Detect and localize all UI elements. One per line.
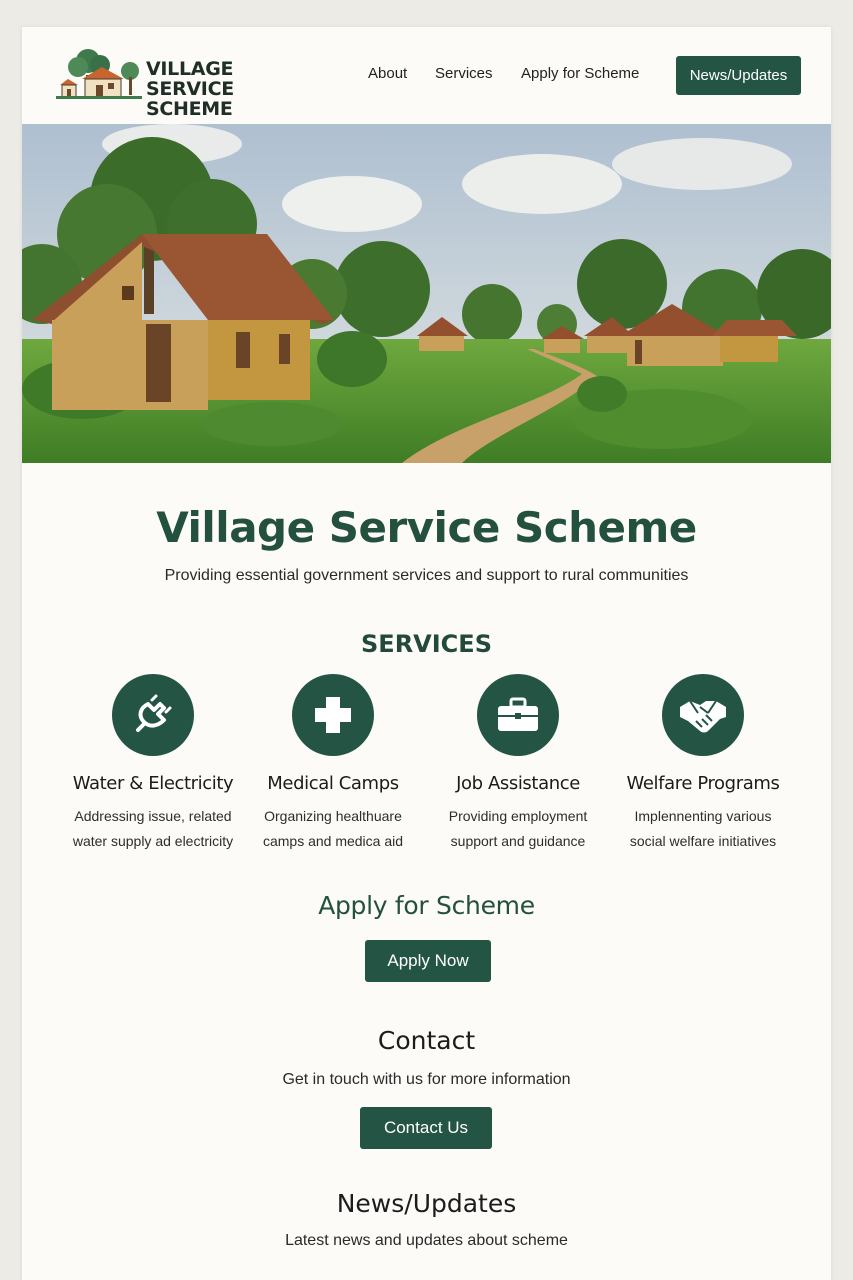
service-card-water-electricity[interactable]: Water & Electricity Addressing issue, re… xyxy=(63,674,243,854)
service-description: Providing employment support and guidanc… xyxy=(428,804,608,854)
service-description: Organizing healthuare camps and medica a… xyxy=(243,804,423,854)
page-container: VILLAGE SERVICE SCHEME About Services Ap… xyxy=(22,27,831,1280)
service-name: Welfare Programs xyxy=(626,773,780,794)
nav-apply-link[interactable]: Apply for Scheme xyxy=(521,65,639,82)
plug-icon xyxy=(112,674,194,756)
briefcase-icon xyxy=(477,674,559,756)
contact-us-button[interactable]: Contact Us xyxy=(360,1107,492,1149)
apply-heading: Apply for Scheme xyxy=(318,891,535,920)
medical-cross-icon xyxy=(292,674,374,756)
service-name: Job Assistance xyxy=(456,773,580,794)
service-description-line: social welfare initiatives xyxy=(629,833,777,849)
nav-news-button[interactable]: News/Updates xyxy=(676,56,801,95)
service-name: Water & Electricity xyxy=(72,773,234,794)
contact-text: Get in touch with us for more informatio… xyxy=(282,1071,571,1088)
site-header: VILLAGE SERVICE SCHEME About Services Ap… xyxy=(22,27,831,124)
service-description-line: Addressing issue, related xyxy=(74,808,232,824)
logo-line-2: SERVICE SCHEME xyxy=(146,78,234,120)
nav-services-link[interactable]: Services xyxy=(435,65,493,82)
news-text: Latest news and updates about scheme xyxy=(285,1232,568,1249)
services-heading: SERVICES xyxy=(361,630,492,658)
service-description: Implennenting various social welfare ini… xyxy=(613,804,793,854)
service-description-line: Implennenting various xyxy=(634,808,772,824)
hero-village-image xyxy=(22,124,831,463)
service-name: Medical Camps xyxy=(267,773,399,794)
village-logo-icon xyxy=(56,49,142,99)
service-description: Addressing issue, related water supply a… xyxy=(63,804,243,854)
page-title: Village Service Scheme xyxy=(156,503,697,552)
apply-now-button[interactable]: Apply Now xyxy=(365,940,491,982)
service-description-line: Organizing healthuare xyxy=(264,808,402,824)
nav-about-link[interactable]: About xyxy=(368,65,407,82)
service-card-welfare-programs[interactable]: Welfare Programs Implennenting various s… xyxy=(613,674,793,854)
service-description-line: support and guidance xyxy=(450,833,586,849)
service-description-line: water supply ad electricity xyxy=(72,833,234,849)
contact-heading: Contact xyxy=(377,1026,476,1055)
news-heading: News/Updates xyxy=(336,1189,517,1218)
service-description-line: camps and medica aid xyxy=(262,833,404,849)
service-description-line: Providing employment xyxy=(448,808,588,824)
page-subtitle: Providing essential government services … xyxy=(164,567,689,584)
service-card-job-assistance[interactable]: Job Assistance Providing employment supp… xyxy=(428,674,608,854)
logo-text: VILLAGE SERVICE SCHEME xyxy=(146,59,324,119)
handshake-icon xyxy=(662,674,744,756)
logo-line-1: VILLAGE xyxy=(146,58,234,80)
site-logo[interactable]: VILLAGE SERVICE SCHEME xyxy=(54,45,324,119)
service-card-medical-camps[interactable]: Medical Camps Organizing healthuare camp… xyxy=(243,674,423,854)
